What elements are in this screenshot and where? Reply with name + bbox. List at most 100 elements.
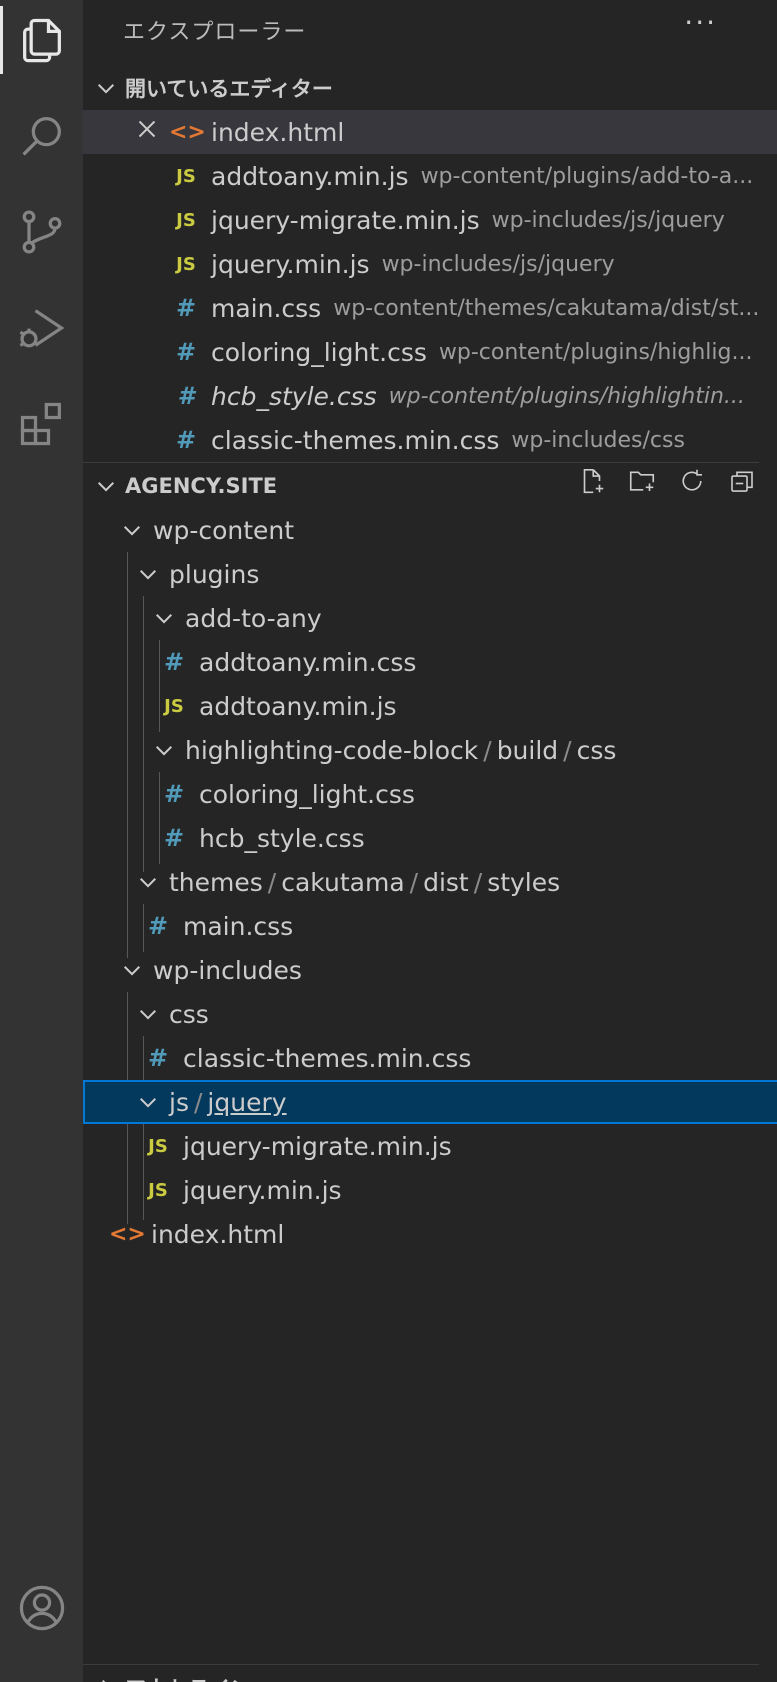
chevron-down-icon [93,473,119,499]
css-file-icon: # [175,426,197,454]
css-file-icon: # [175,338,197,366]
path-separator: / [409,867,419,897]
open-editor-name: index.html [211,117,345,147]
outline-header[interactable]: アウトライン [83,1666,769,1682]
chevron-down-icon [151,605,177,631]
file-label: hcb_style.css [199,823,365,853]
tree-file-jquery-migrate[interactable]: JS jquery-migrate.min.js [83,1124,777,1168]
tree-file-addtoany-js[interactable]: JS addtoany.min.js [83,684,777,728]
run-debug-icon[interactable] [0,288,83,368]
tree-folder-js-jquery[interactable]: js / jquery [83,1080,777,1124]
open-editor-item[interactable]: JS jquery-migrate.min.js wp-includes/js/… [83,198,777,242]
folder-label: plugins [169,559,260,589]
open-editor-item[interactable]: <> index.html [83,110,777,154]
new-file-icon[interactable] [577,466,607,500]
folder-label: styles [487,867,561,897]
tree-folder-css[interactable]: css [83,992,777,1036]
explorer-icon[interactable] [0,0,83,80]
tree-folder-themes[interactable]: themes / cakutama / dist / styles [83,860,777,904]
open-editor-item[interactable]: # main.css wp-content/themes/cakutama/di… [83,286,777,330]
js-file-icon: JS [148,1135,168,1157]
new-folder-icon[interactable] [627,466,657,500]
js-file-icon: JS [176,165,196,187]
css-file-icon: # [175,294,197,322]
tree-folder-wp-content[interactable]: wp-content [83,508,777,552]
chevron-down-icon [151,737,177,763]
search-icon[interactable] [0,96,83,176]
explorer-sidebar: エクスプローラー ··· 開いているエディター <> index.html JS… [83,0,777,1682]
chevron-down-icon [93,75,119,101]
chevron-down-icon [119,957,145,983]
open-editor-name: hcb_style.css [211,381,377,411]
file-label: classic-themes.min.css [183,1043,472,1073]
css-file-icon: # [147,912,169,940]
section-divider [83,1664,759,1665]
open-editor-item[interactable]: # hcb_style.css wp-content/plugins/highl… [83,374,777,418]
more-actions-icon[interactable]: ··· [684,6,717,39]
open-editor-name: addtoany.min.js [211,161,409,191]
tree-folder-add-to-any[interactable]: add-to-any [83,596,777,640]
tree-file-addtoany-css[interactable]: # addtoany.min.css [83,640,777,684]
folder-label: css [169,999,209,1029]
extensions-icon[interactable] [0,384,83,464]
close-icon[interactable] [135,117,169,147]
folder-label: jquery [207,1087,287,1117]
open-editors-title: 開いているエディター [125,77,333,101]
open-editor-item[interactable]: JS jquery.min.js wp-includes/js/jquery [83,242,777,286]
file-label: coloring_light.css [199,779,415,809]
collapse-all-icon[interactable] [727,466,757,500]
open-editor-path: wp-includes/css [511,427,685,453]
tree-file-index-html[interactable]: <> index.html [83,1212,777,1256]
css-file-icon: # [177,382,195,410]
tree-file-classic-themes[interactable]: # classic-themes.min.css [83,1036,777,1080]
tree-folder-plugins[interactable]: plugins [83,552,777,596]
chevron-right-icon [93,1675,119,1682]
js-file-icon: JS [164,695,184,717]
open-editor-name: coloring_light.css [211,337,427,367]
open-editor-path: wp-content/plugins/highlig... [438,339,753,365]
css-file-icon: # [163,824,185,852]
folder-label: dist [423,867,469,897]
tree-file-coloring-light[interactable]: # coloring_light.css [83,772,777,816]
file-label: index.html [151,1219,285,1249]
open-editor-name: classic-themes.min.css [211,425,500,455]
chevron-down-icon [119,517,145,543]
explorer-toolbar [577,466,757,500]
tree-file-hcb-style[interactable]: # hcb_style.css [83,816,777,860]
tree-file-main-css[interactable]: # main.css [83,904,777,948]
chevron-down-icon [135,1001,161,1027]
js-file-icon: JS [176,253,196,275]
activity-bar [0,0,83,1682]
folder-label: css [576,735,617,765]
open-editor-path: wp-content/plugins/add-to-a... [420,163,754,189]
folder-label: add-to-any [185,603,322,633]
tree-folder-highlighting-code-block[interactable]: highlighting-code-block / build / css [83,728,777,772]
open-editor-item[interactable]: # classic-themes.min.css wp-includes/css [83,418,777,462]
open-editor-name: jquery-migrate.min.js [211,205,480,235]
css-file-icon: # [163,648,185,676]
open-editor-name: main.css [211,293,322,323]
sidebar-title: エクスプローラー [123,20,307,45]
tree-file-jquery-min[interactable]: JS jquery.min.js [83,1168,777,1212]
refresh-icon[interactable] [677,466,707,500]
account-icon[interactable] [0,1568,83,1648]
open-editor-path: wp-content/plugins/highlightin... [388,383,745,409]
source-control-icon[interactable] [0,192,83,272]
path-separator: / [563,735,572,765]
file-label: jquery-migrate.min.js [183,1131,452,1161]
tree-folder-wp-includes[interactable]: wp-includes [83,948,777,992]
open-editor-item[interactable]: JS addtoany.min.js wp-content/plugins/ad… [83,154,777,198]
open-editors-header[interactable]: 開いているエディター [83,66,769,110]
section-divider [83,462,759,463]
chevron-down-icon [135,869,161,895]
open-editor-item[interactable]: # coloring_light.css wp-content/plugins/… [83,330,777,374]
folder-label: build [496,735,559,765]
chevron-down-icon [135,561,161,587]
chevron-down-icon [135,1089,161,1115]
folder-label: themes [169,867,263,897]
workspace-title: AGENCY.SITE [125,474,278,498]
open-editor-path: wp-includes/js/jquery [381,251,615,277]
file-label: main.css [183,911,294,941]
path-separator: / [483,735,492,765]
folder-label: cakutama [281,867,405,897]
